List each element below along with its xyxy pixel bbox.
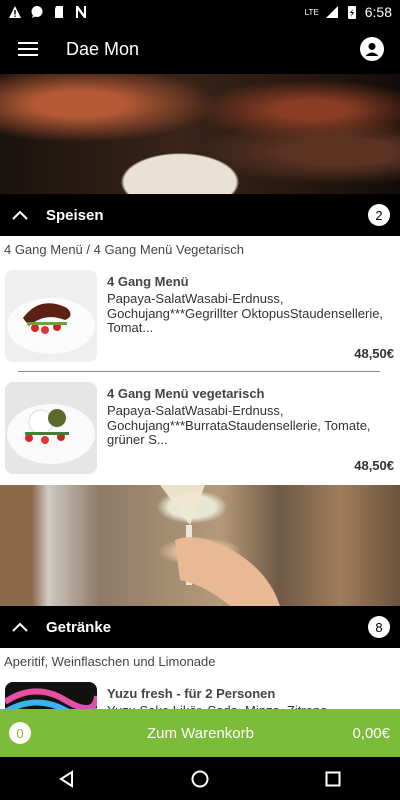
nav-home-icon[interactable] xyxy=(170,757,230,800)
item-name: 4 Gang Menü xyxy=(107,274,189,289)
section-title: Getränke xyxy=(46,618,112,636)
item-description: Papaya-SalatWasabi-Erdnuss, Gochujang***… xyxy=(107,403,371,447)
sd-card-icon xyxy=(55,6,63,18)
chevron-up-icon[interactable] xyxy=(0,194,40,236)
dish-image xyxy=(5,382,97,474)
section-subtitle: 4 Gang Menü / 4 Gang Menü Vegetarisch xyxy=(4,242,244,257)
cart-count-badge: 0 xyxy=(9,722,31,744)
signal-icon xyxy=(325,6,338,18)
section-underline xyxy=(40,233,340,234)
app-title: Dae Mon xyxy=(66,38,140,59)
section-count-badge: 8 xyxy=(368,616,390,638)
section-underline xyxy=(40,645,340,646)
cart-label[interactable]: Zum Warenkorb xyxy=(147,725,254,742)
section-subtitle: Aperitif, Weinflaschen und Limonade xyxy=(4,654,216,669)
battery-icon xyxy=(347,6,356,19)
item-price: 48,50€ xyxy=(354,458,394,473)
status-time: 6:58 xyxy=(364,4,392,20)
n-logo-icon xyxy=(76,6,86,18)
app-bar: Dae Mon xyxy=(0,24,400,74)
warning-icon xyxy=(9,6,21,18)
item-divider xyxy=(18,371,380,372)
account-icon[interactable] xyxy=(344,24,400,74)
dish-image xyxy=(5,270,97,362)
nav-recents-icon[interactable] xyxy=(303,757,363,800)
item-name: 4 Gang Menü vegetarisch xyxy=(107,386,265,401)
hamburger-menu-icon[interactable] xyxy=(0,24,56,74)
nav-back-icon[interactable] xyxy=(37,757,97,800)
item-name: Yuzu fresh - für 2 Personen xyxy=(107,686,276,701)
status-bar: LTE 6:58 xyxy=(0,0,400,24)
item-description: Papaya-SalatWasabi-Erdnuss, Gochujang***… xyxy=(107,291,384,335)
cart-bar[interactable]: 0 Zum Warenkorb 0,00€ xyxy=(0,709,400,757)
item-price: 48,50€ xyxy=(354,346,394,361)
chevron-up-icon[interactable] xyxy=(0,606,40,648)
app-screen: LTE 6:58 Dae Mon Speisen 2 4 Gang Menü /… xyxy=(0,0,400,800)
drinks-banner-image xyxy=(0,485,400,606)
section-header-getraenke[interactable]: Getränke 8 xyxy=(0,606,400,648)
food-banner-image xyxy=(0,74,400,194)
section-count-badge: 2 xyxy=(368,204,390,226)
cart-total: 0,00€ xyxy=(352,724,390,742)
section-header-speisen[interactable]: Speisen 2 xyxy=(0,194,400,236)
list-item[interactable]: 4 Gang Menü Papaya-SalatWasabi-Erdnuss, … xyxy=(0,270,400,370)
list-item[interactable]: 4 Gang Menü vegetarisch Papaya-SalatWasa… xyxy=(0,382,400,482)
network-type: LTE xyxy=(304,7,319,17)
section-title: Speisen xyxy=(46,206,104,224)
system-nav-bar xyxy=(0,757,400,800)
chat-icon xyxy=(31,6,43,18)
